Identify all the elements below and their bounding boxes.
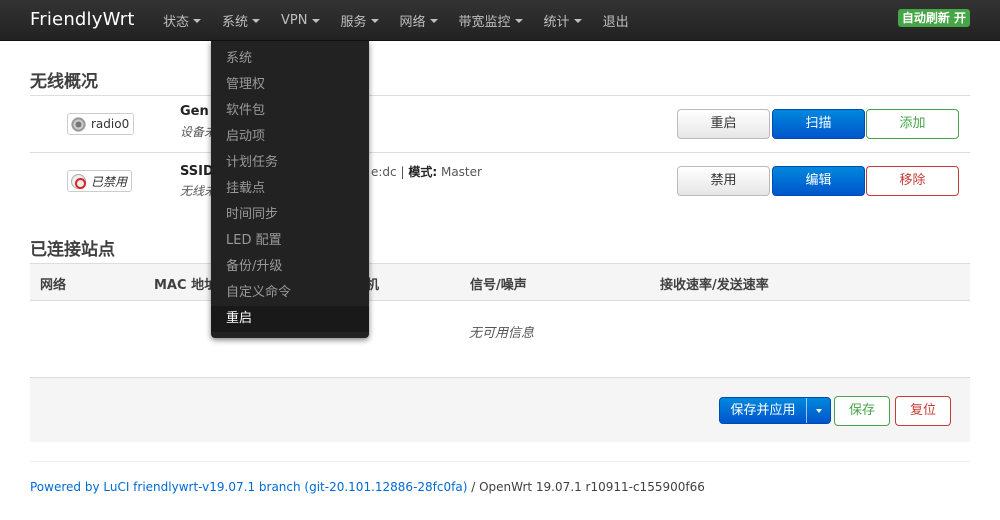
chevron-down-icon [311,18,320,23]
chevron-down-icon [429,18,438,23]
stations-table-header: 网络 MAC 地址 机 信号/噪声 接收速率/发送速率 [30,263,970,301]
system-dropdown-menu: 系统 管理权 软件包 启动项 计划任务 挂载点 时间同步 LED 配置 备份/升… [211,41,369,338]
form-actions: 保存并应用 保存 复位 [30,377,970,442]
menu-label: 网络 [399,15,426,30]
save-button[interactable]: 保存 [834,396,890,426]
section-title-wireless: 无线概况 [30,72,98,92]
dropdown-item-admin[interactable]: 管理权 [211,72,369,98]
column-signal-noise: 信号/噪声 [470,278,527,293]
dropdown-item-software[interactable]: 软件包 [211,98,369,124]
chevron-down-icon [252,18,261,23]
column-network: 网络 [40,278,67,293]
auto-refresh-toggle[interactable]: 自动刷新 开 [897,9,970,27]
top-navbar: FriendlyWrt 状态 系统 VPN 服务 网络 带宽监控 统计 退出 自… [0,0,1000,41]
luci-link[interactable]: Powered by LuCI friendlywrt-v19.07.1 bra… [30,480,467,494]
disabled-badge-label: 已禁用 [91,174,128,189]
dropdown-item-backup[interactable]: 备份/升级 [211,254,369,280]
save-apply-dropdown-toggle[interactable] [807,398,830,423]
openwrt-version: / OpenWrt 19.07.1 r10911-c155900f66 [471,480,705,494]
menu-system[interactable]: 系统 [222,11,261,30]
menu-services[interactable]: 服务 [341,11,379,30]
menu-status[interactable]: 状态 [163,11,202,30]
dropdown-item-system[interactable]: 系统 [211,46,369,72]
disabled-badge: 已禁用 [67,170,133,192]
radio-badge: radio0 [67,113,135,135]
menu-label: 退出 [602,15,629,30]
save-apply-split-button: 保存并应用 [719,397,831,424]
wireless-row-radio0: radio0 Gen 设备未 重启 扫描 添加 [30,96,970,153]
chevron-down-icon [815,408,822,413]
wifi-radio-icon [71,116,86,132]
device-name: Gen [180,104,209,119]
menu-label: VPN [281,13,308,28]
column-rx-tx-rate: 接收速率/发送速率 [660,278,769,293]
menu-label: 系统 [222,15,249,30]
menu-label: 服务 [340,15,367,30]
brand-logo[interactable]: FriendlyWrt [30,9,135,30]
dropdown-item-time-sync[interactable]: 时间同步 [211,202,369,228]
mode-label: 模式: [408,165,438,179]
menu-bandwidth[interactable]: 带宽监控 [459,11,523,30]
menu-label: 统计 [543,15,570,30]
disable-button[interactable]: 禁用 [677,166,770,196]
dropdown-item-startup[interactable]: 启动项 [211,124,369,150]
chevron-down-icon [514,18,523,23]
chevron-down-icon [370,18,379,23]
empty-table-message: 无可用信息 [469,326,535,341]
add-button[interactable]: 添加 [866,109,959,139]
menu-network[interactable]: 网络 [400,11,438,30]
scan-button[interactable]: 扫描 [772,109,865,139]
chevron-down-icon [573,18,582,23]
detail-prefix: e:dc | [371,165,405,179]
ssid-label: SSID [180,164,214,179]
remove-button[interactable]: 移除 [866,166,959,196]
menu-vpn[interactable]: VPN [281,13,320,28]
save-apply-button[interactable]: 保存并应用 [720,398,807,423]
menu-logout[interactable]: 退出 [603,11,629,30]
main-menu: 状态 系统 VPN 服务 网络 带宽监控 统计 退出 [163,0,650,41]
radio-badge-label: radio0 [91,117,130,131]
dropdown-item-reboot[interactable]: 重启 [211,306,369,332]
dropdown-item-custom-commands[interactable]: 自定义命令 [211,280,369,306]
column-mac: MAC 地址 [154,278,218,293]
dropdown-item-led[interactable]: LED 配置 [211,228,369,254]
menu-label: 带宽监控 [458,15,511,30]
disabled-wifi-icon [71,173,86,189]
section-title-stations: 已连接站点 [30,240,115,260]
mode-value: Master [440,165,482,179]
edit-button[interactable]: 编辑 [772,166,865,196]
restart-button[interactable]: 重启 [677,109,770,139]
wireless-row-ssid: 已禁用 SSID 无线未 e:dc | 模式: Master 禁用 编辑 移除 [30,153,970,210]
reset-button[interactable]: 复位 [895,396,951,426]
footer: Powered by LuCI friendlywrt-v19.07.1 bra… [30,480,705,494]
menu-statistics[interactable]: 统计 [544,11,582,30]
network-detail: e:dc | 模式: Master [371,163,482,180]
menu-label: 状态 [163,15,190,30]
dropdown-item-mounts[interactable]: 挂载点 [211,176,369,202]
footer-divider [30,461,970,462]
dropdown-item-crontab[interactable]: 计划任务 [211,150,369,176]
chevron-down-icon [193,18,202,23]
